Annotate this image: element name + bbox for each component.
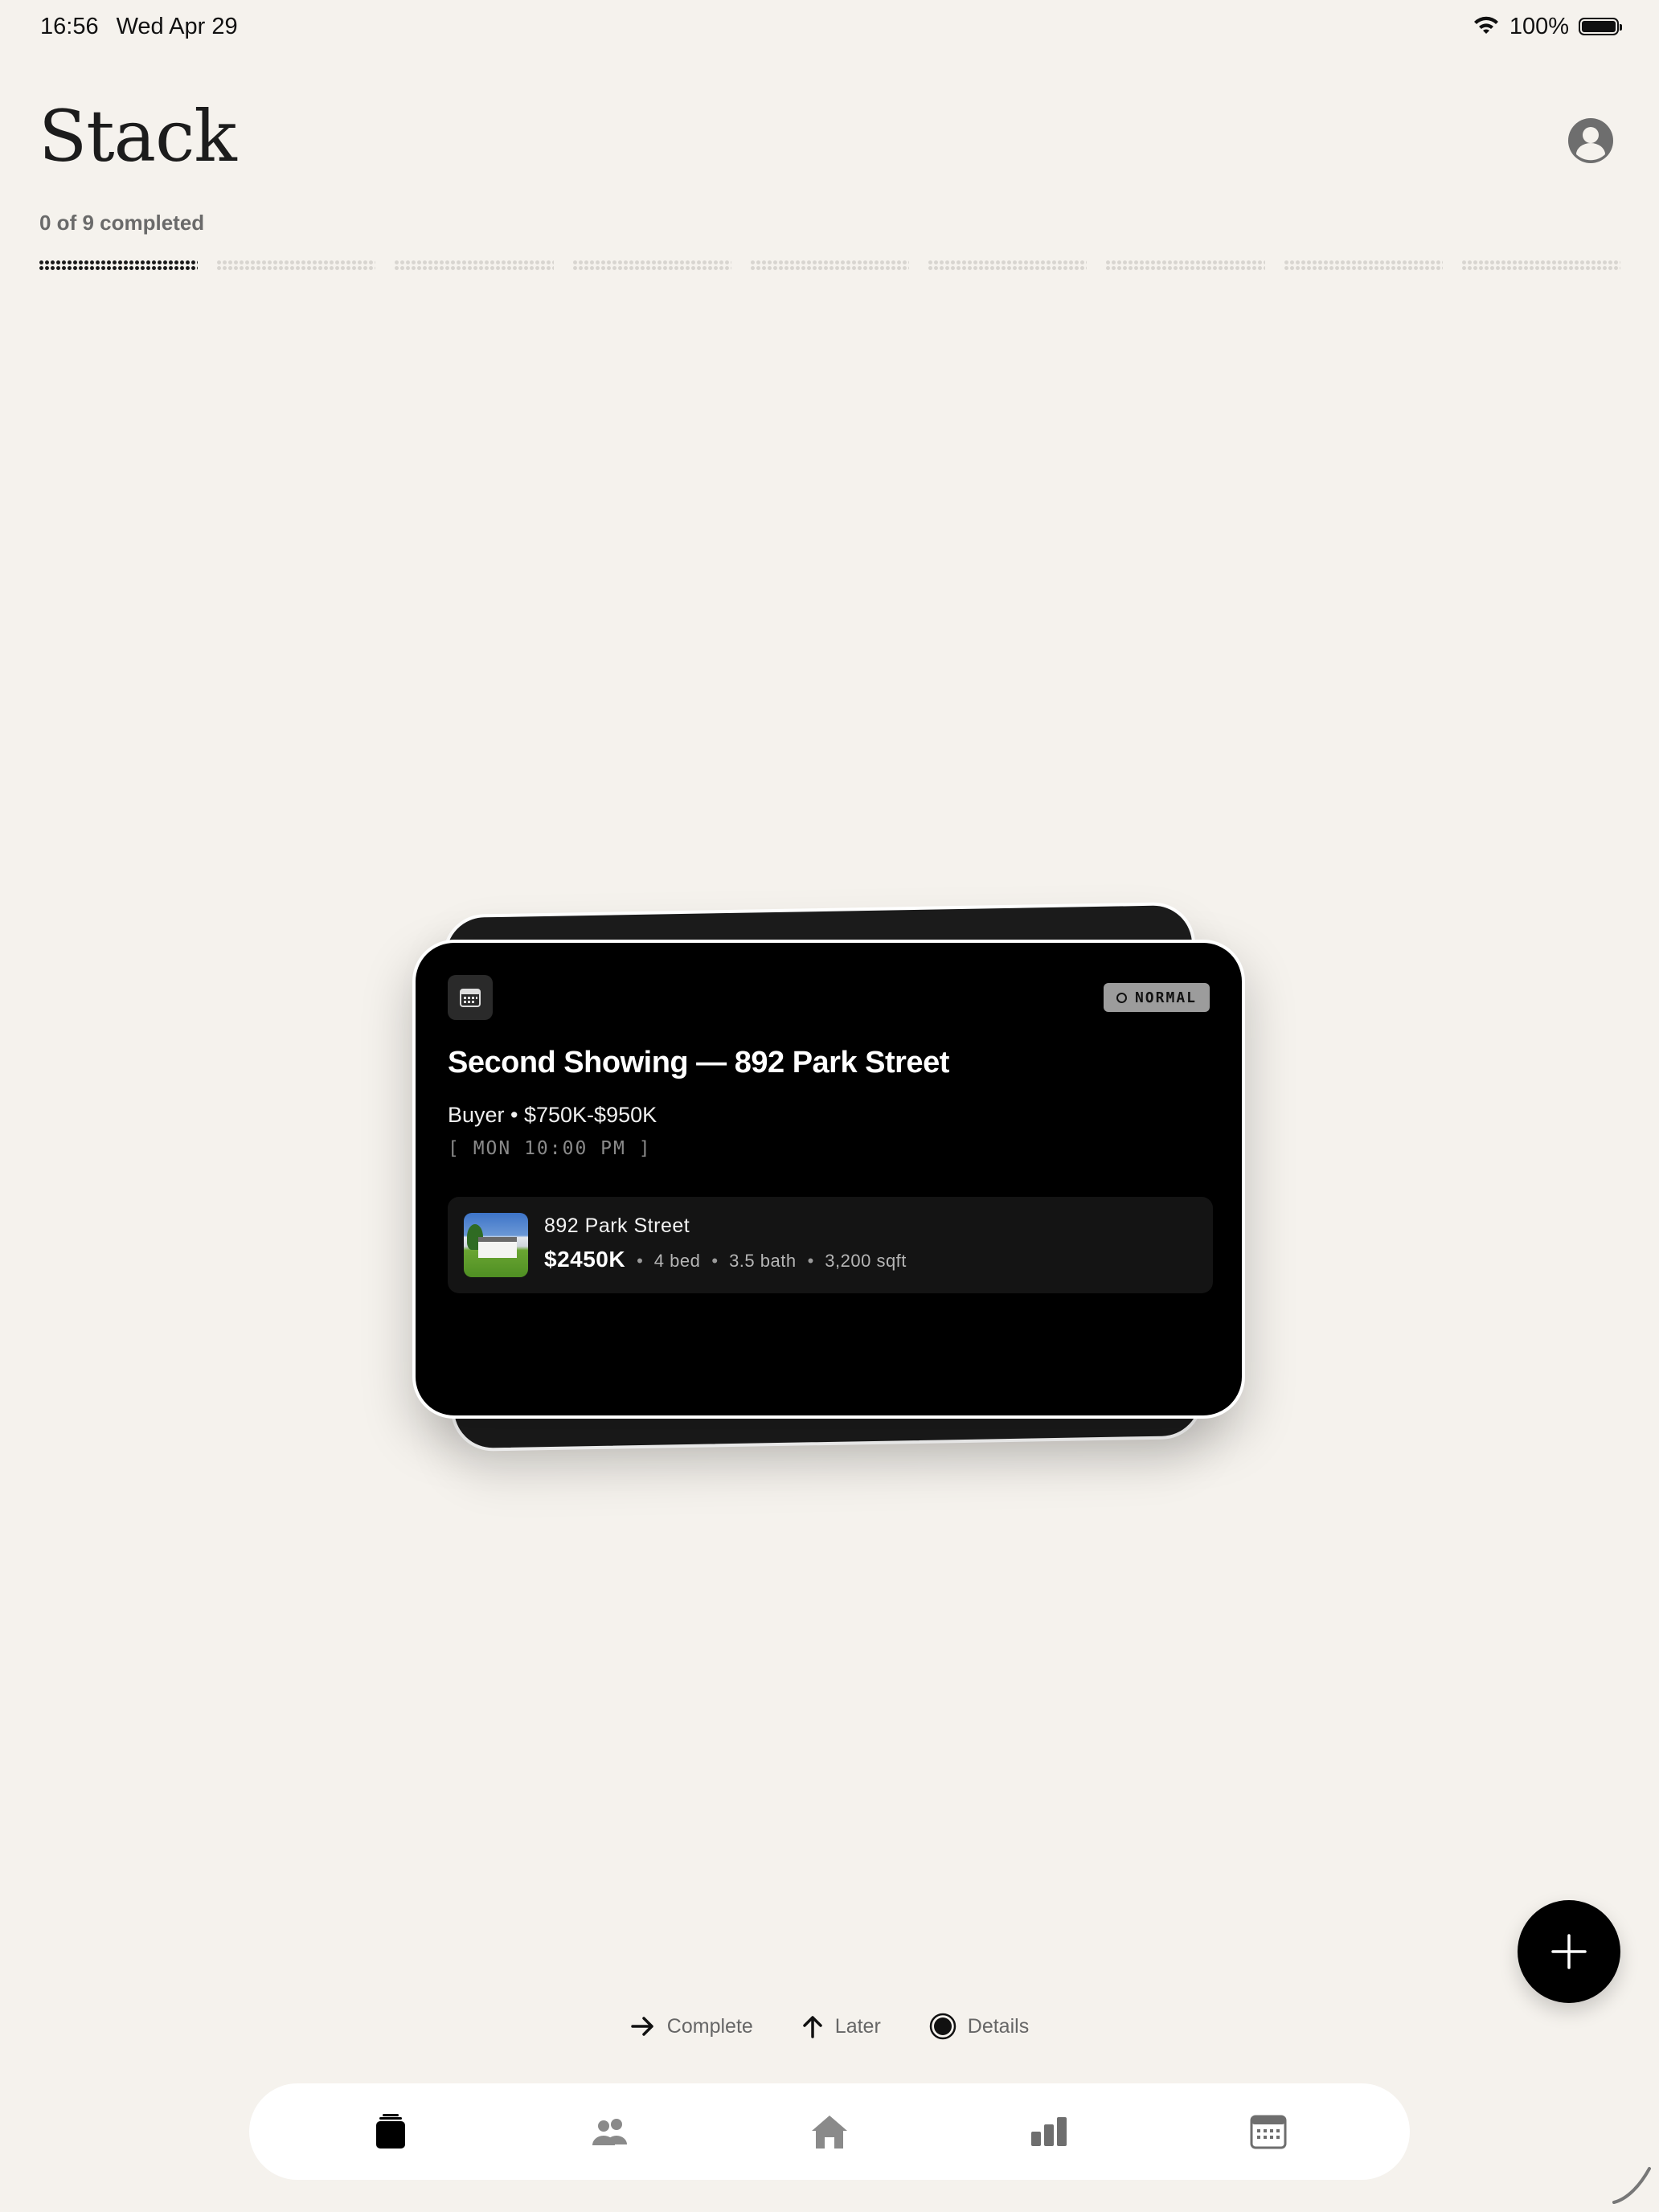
progress-segment xyxy=(394,260,554,271)
tab-bar xyxy=(249,2083,1410,2180)
calendar-icon xyxy=(1250,2115,1287,2149)
stack-icon xyxy=(376,2114,406,2149)
progress-segment xyxy=(928,260,1088,271)
progress-segment xyxy=(216,260,376,271)
thumbnail-house xyxy=(478,1237,517,1258)
progress-segment xyxy=(1283,260,1443,271)
status-bar: 16:56 Wed Apr 29 100% xyxy=(40,11,1622,42)
scribble-indicator-icon xyxy=(1612,2167,1651,2204)
property-beds: 4 bed xyxy=(653,1251,701,1271)
property-row[interactable]: 892 Park Street $2450K • 4 bed • 3.5 bat… xyxy=(448,1197,1213,1293)
hint-details-label: Details xyxy=(967,2014,1030,2038)
hint-complete-label: Complete xyxy=(666,2014,753,2038)
battery-icon xyxy=(1579,18,1622,35)
status-left: 16:56 Wed Apr 29 xyxy=(40,14,238,40)
tab-home[interactable] xyxy=(797,2099,862,2164)
progress-segment xyxy=(1105,260,1265,271)
status-date: Wed Apr 29 xyxy=(116,13,238,39)
hint-complete: Complete xyxy=(630,2013,753,2040)
card-subtitle: Buyer • $750K-$950K xyxy=(448,1103,657,1127)
progress-segment xyxy=(1460,260,1620,271)
task-card[interactable]: NORMAL Second Showing — 892 Park Street … xyxy=(412,940,1245,1419)
hint-details: Details xyxy=(929,2013,1029,2040)
card-title: Second Showing — 892 Park Street xyxy=(448,1046,949,1079)
arrow-right-icon xyxy=(631,2017,653,2036)
card-time: [ MON 10:00 PM ] xyxy=(448,1138,652,1159)
hint-later-label: Later xyxy=(834,2014,881,2038)
plus-icon xyxy=(1551,1934,1587,1969)
profile-icon[interactable] xyxy=(1567,117,1614,164)
property-address: 892 Park Street xyxy=(544,1215,690,1237)
house-icon xyxy=(811,2116,847,2149)
page-title: Stack xyxy=(39,95,237,178)
calendar-icon xyxy=(448,975,493,1020)
priority-badge: NORMAL xyxy=(1103,983,1210,1012)
progress-segment xyxy=(571,260,731,271)
swipe-hints: Complete Later Details xyxy=(0,2013,1659,2040)
hint-later: Later xyxy=(801,2013,881,2040)
tab-stack[interactable] xyxy=(358,2099,423,2164)
property-meta: $2450K • 4 bed • 3.5 bath • 3,200 sqft xyxy=(544,1247,907,1272)
priority-dot-icon xyxy=(1116,992,1127,1003)
progress-segment xyxy=(749,260,910,271)
status-time: 16:56 xyxy=(40,13,99,39)
priority-label: NORMAL xyxy=(1134,989,1197,1006)
meta-separator: • xyxy=(711,1251,719,1271)
bar-chart-icon xyxy=(1030,2117,1067,2146)
tab-people[interactable] xyxy=(578,2099,642,2164)
status-right: 100% xyxy=(1473,13,1622,40)
meta-separator: • xyxy=(637,1251,643,1271)
tab-stats[interactable] xyxy=(1017,2099,1081,2164)
property-sqft: 3,200 sqft xyxy=(825,1251,907,1271)
progress-segments xyxy=(39,260,1620,272)
meta-separator: • xyxy=(807,1251,814,1271)
property-price: $2450K xyxy=(544,1247,626,1272)
progress-segment xyxy=(39,260,199,271)
people-icon xyxy=(592,2119,628,2145)
property-baths: 3.5 bath xyxy=(729,1251,797,1271)
tab-calendar[interactable] xyxy=(1236,2099,1301,2164)
battery-fill xyxy=(1582,21,1616,32)
wifi-icon xyxy=(1473,16,1498,34)
arrow-up-icon xyxy=(803,2016,822,2038)
progress-text: 0 of 9 completed xyxy=(39,211,205,235)
target-icon xyxy=(929,2013,956,2040)
battery-percentage: 100% xyxy=(1509,13,1569,39)
property-thumbnail xyxy=(464,1213,528,1277)
add-button[interactable] xyxy=(1518,1900,1620,2003)
